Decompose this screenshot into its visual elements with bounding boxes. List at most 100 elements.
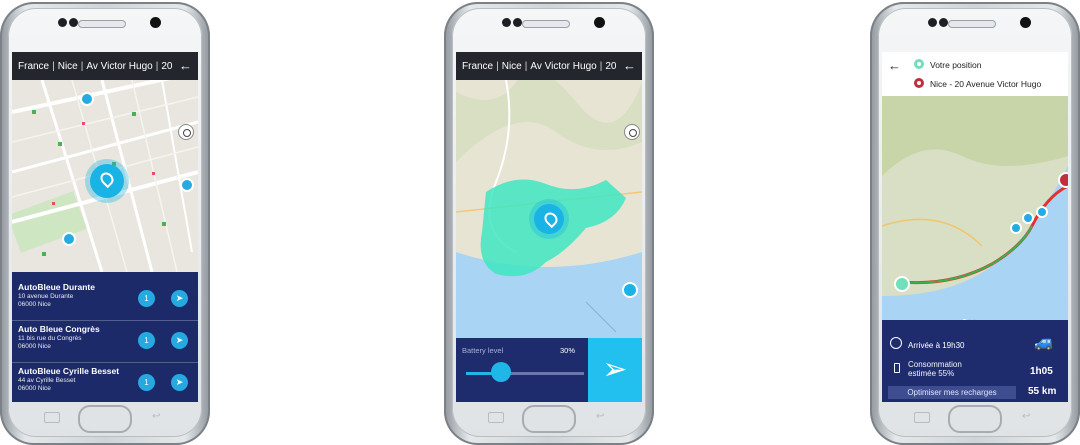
back-key-icon[interactable]: ↩ [1022,412,1036,422]
arrow-left-icon[interactable]: ← [179,58,192,73]
navigate-button[interactable]: ➤ [171,332,188,349]
charging-station-pin-icon[interactable] [1022,212,1034,224]
station-address: 11 bis rue du Congrès 06000 Nice [18,335,81,351]
charging-station-pin-icon[interactable] [80,92,94,106]
city-label[interactable]: Nice [58,61,78,72]
battery-icon [894,363,900,373]
list-item[interactable]: AutoBleue Durante 10 avenue Durante 06000… [12,278,198,321]
front-camera-icon [150,17,161,28]
front-camera-icon [594,17,605,28]
info-button[interactable]: 1 [138,290,155,307]
sensor-icon [939,18,948,27]
address-line: 06000 Nice [18,385,51,392]
destination-pin-icon[interactable] [1058,172,1068,188]
country-label[interactable]: France [462,61,493,72]
location-bar[interactable]: France | Nice | Av Victor Hugo | 20 ← [456,52,642,80]
street-number-label[interactable]: 20 [161,61,172,72]
separator: | [52,60,55,72]
send-route-button[interactable]: ➢ [588,338,642,402]
street-map [12,52,198,272]
sensor-icon [58,18,67,27]
screen: France | Nice | Av Victor Hugo | 20 ← Au… [12,52,198,402]
charging-station-pin-icon[interactable] [180,178,194,192]
list-item[interactable]: AutoBleue Cyrille Besset 44 av Cyrille B… [12,362,198,402]
address-line: 11 bis rue du Congrès [18,335,82,342]
current-location-pin-icon[interactable] [90,164,124,198]
route-header: ← Votre position Nice - 20 Avenue Victor… [882,52,1068,96]
recent-apps-key[interactable] [488,412,504,423]
optimize-charging-button[interactable]: Optimiser mes recharges [888,386,1016,399]
arrival-time: Arrivée à 19h30 [908,341,965,350]
locate-me-icon[interactable] [624,124,640,140]
address-line: 10 avenue Durante [18,293,74,300]
phone-2: France | Nice | Av Victor Hugo | 20 ← Ba… [444,0,654,445]
origin-marker-icon [914,59,924,69]
separator: | [80,60,84,72]
screen: France | Nice | Av Victor Hugo | 20 ← Ba… [456,52,642,402]
recent-apps-key[interactable] [914,412,930,423]
info-button[interactable]: 1 [138,332,155,349]
charging-station-pin-icon[interactable] [1010,222,1022,234]
charging-station-pin-icon[interactable] [62,232,76,246]
consumption-line: Consommation [908,360,962,369]
separator: | [524,60,528,72]
sensor-icon [69,18,78,27]
street-label[interactable]: Av Victor Hugo [86,61,152,72]
destination-marker-icon [914,78,924,88]
separator: | [599,60,603,72]
street-label[interactable]: Av Victor Hugo [530,61,596,72]
separator: | [155,60,159,72]
street-number-label[interactable]: 20 [605,61,616,72]
address-line: 06000 Nice [18,301,51,308]
arrow-left-icon[interactable]: ← [888,58,901,73]
home-button[interactable] [78,405,132,433]
destination-field[interactable]: Nice - 20 Avenue Victor Hugo [930,79,1041,89]
locate-me-icon[interactable] [178,124,194,140]
battery-slider-handle[interactable] [491,362,512,382]
home-pin-icon[interactable] [622,282,638,298]
front-camera-icon [1020,17,1031,28]
trip-summary-panel: Arrivée à 19h30 Consommation estimée 55% … [882,320,1068,402]
screen: ← Votre position Nice - 20 Avenue Victor… [882,52,1068,402]
separator: | [496,60,499,72]
home-button[interactable] [522,405,576,433]
navigate-button[interactable]: ➤ [171,374,188,391]
station-address: 44 av Cyrille Besset 06000 Nice [18,377,75,393]
speaker-grille [522,20,570,28]
consumption-text: Consommation estimée 55% [908,360,962,378]
battery-level-label: Battery level [462,346,504,355]
station-list: AutoBleue Durante 10 avenue Durante 06000… [12,272,198,402]
city-label[interactable]: Nice [502,61,522,72]
navigate-button[interactable]: ➤ [171,290,188,307]
phone-3: ← Votre position Nice - 20 Avenue Victor… [870,0,1080,445]
origin-field[interactable]: Votre position [930,60,982,70]
station-address: 10 avenue Durante 06000 Nice [18,293,73,309]
sensor-icon [513,18,522,27]
consumption-line: estimée 55% [908,369,955,378]
sensor-icon [502,18,511,27]
trip-distance: 55 km [1028,386,1057,397]
location-bar[interactable]: France | Nice | Av Victor Hugo | 20 ← [12,52,198,80]
sensor-icon [928,18,937,27]
back-key-icon[interactable]: ↩ [596,412,610,422]
route-map[interactable] [882,96,1068,320]
country-label[interactable]: France [18,61,49,72]
recent-apps-key[interactable] [44,412,60,423]
speaker-grille [78,20,126,28]
origin-pin-icon[interactable] [894,276,910,292]
station-name: Auto Bleue Congrès [18,324,100,334]
info-button[interactable]: 1 [138,374,155,391]
address-line: 44 av Cyrille Besset [18,377,76,384]
phone-1: France | Nice | Av Victor Hugo | 20 ← Au… [0,0,210,445]
back-key-icon[interactable]: ↩ [152,412,166,422]
arrow-left-icon[interactable]: ← [623,58,636,73]
clock-icon [890,337,902,349]
current-location-pin-icon[interactable] [534,204,564,234]
list-item[interactable]: Auto Bleue Congrès 11 bis rue du Congrès… [12,320,198,363]
battery-level-value: 30% [560,346,576,355]
address-line: 06000 Nice [18,343,51,350]
battery-panel: Battery level 30% ➢ [456,338,642,402]
home-button[interactable] [948,405,1002,433]
trip-duration: 1h05 [1030,366,1053,377]
charging-station-pin-icon[interactable] [1036,206,1048,218]
